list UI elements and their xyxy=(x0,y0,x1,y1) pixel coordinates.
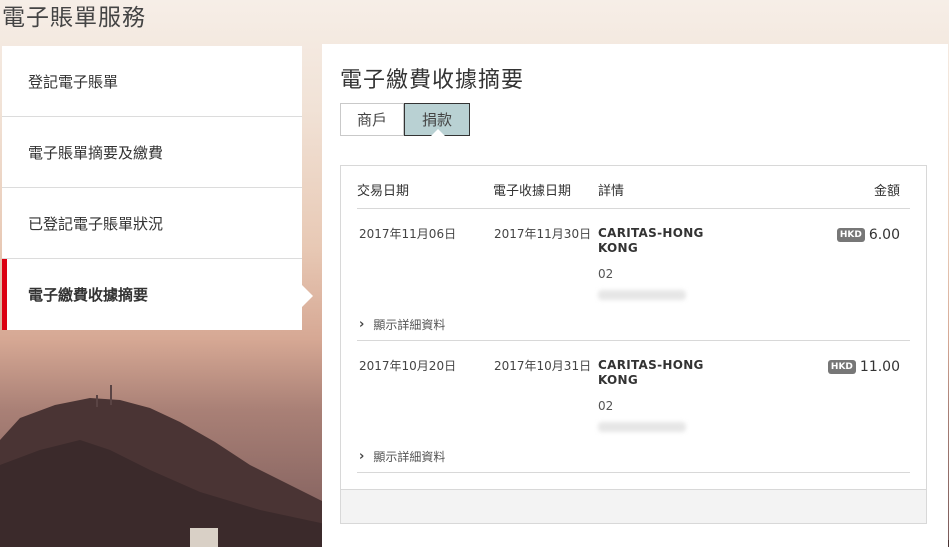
tab-bar: 商戶 捐款 xyxy=(340,103,470,136)
header-details: 詳情 xyxy=(598,184,625,199)
transaction-date: 2017年11月06日 xyxy=(359,227,457,241)
merchant-code: 02 xyxy=(598,267,614,281)
show-details-link[interactable]: › 顯示詳細資料 xyxy=(359,316,445,333)
redacted-text xyxy=(598,290,686,300)
chevron-right-icon: › xyxy=(359,317,365,332)
show-details-label: 顯示詳細資料 xyxy=(373,450,446,464)
show-details-link[interactable]: › 顯示詳細資料 xyxy=(359,448,445,465)
receipt-table: 交易日期 電子收據日期 詳情 金額 2017年11月06日 2017年11月30… xyxy=(340,165,927,524)
header-amount: 金額 xyxy=(873,184,900,199)
header-receipt-date: 電子收據日期 xyxy=(493,184,572,199)
header-transaction-date: 交易日期 xyxy=(357,184,410,199)
amount-value: 11.00 xyxy=(859,359,900,375)
table-footer xyxy=(341,489,926,523)
panel-title: 電子繳費收據摘要 xyxy=(340,68,525,93)
amount: HKD 11.00 xyxy=(827,359,900,375)
merchant-name: CARITAS-HONG KONG xyxy=(598,226,704,255)
sidebar-item-registered-ebill-status[interactable]: 已登記電子賬單狀況 xyxy=(2,188,302,259)
tab-merchant[interactable]: 商戶 xyxy=(340,103,404,136)
amount: HKD 6.00 xyxy=(836,227,900,243)
merchant-code: 02 xyxy=(598,399,614,413)
sidebar: 登記電子賬單 電子賬單摘要及繳費 已登記電子賬單狀況 電子繳費收據摘要 xyxy=(2,46,313,330)
receipt-date: 2017年10月31日 xyxy=(494,359,592,373)
table-row: 2017年11月06日 2017年11月30日 CARITAS-HONG KON… xyxy=(357,209,910,341)
tab-donation[interactable]: 捐款 xyxy=(404,103,470,136)
sidebar-item-register-ebill[interactable]: 登記電子賬單 xyxy=(2,46,302,117)
merchant-name: CARITAS-HONG KONG xyxy=(598,358,704,387)
sidebar-item-epayment-receipt-summary[interactable]: 電子繳費收據摘要 xyxy=(2,259,313,330)
table-header: 交易日期 電子收據日期 詳情 金額 xyxy=(357,166,910,209)
table-row: 2017年10月20日 2017年10月31日 CARITAS-HONG KON… xyxy=(357,341,910,473)
show-details-label: 顯示詳細資料 xyxy=(373,318,446,332)
chevron-right-icon: › xyxy=(359,449,365,464)
main-panel: 電子繳費收據摘要 商戶 捐款 交易日期 電子收據日期 詳情 金額 2017年11… xyxy=(322,44,948,547)
currency-badge: HKD xyxy=(836,228,865,242)
currency-badge: HKD xyxy=(827,360,856,374)
redacted-text xyxy=(598,422,686,432)
sidebar-item-ebill-summary-payment[interactable]: 電子賬單摘要及繳費 xyxy=(2,117,302,188)
transaction-date: 2017年10月20日 xyxy=(359,359,457,373)
page-title: 電子賬單服務 xyxy=(2,5,146,31)
receipt-date: 2017年11月30日 xyxy=(494,227,592,241)
amount-value: 6.00 xyxy=(868,227,900,243)
